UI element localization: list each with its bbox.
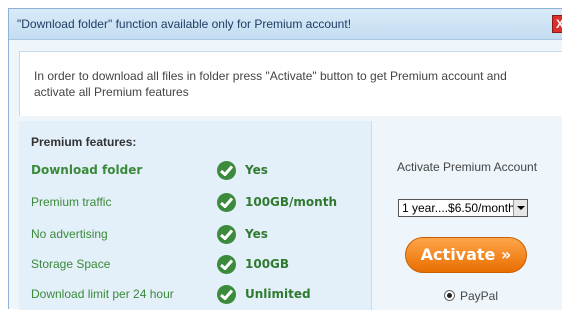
- purchase-panel: Activate Premium Account 1 year....$6.50…: [371, 121, 562, 310]
- feature-label: No advertising: [31, 227, 108, 241]
- close-button[interactable]: X: [552, 15, 562, 33]
- activate-button[interactable]: Activate »: [405, 237, 527, 273]
- feature-label: Premium traffic: [31, 195, 112, 209]
- paypal-label: PayPal: [460, 289, 499, 303]
- plan-select-value: 1 year....$6.50/month: [402, 201, 515, 215]
- check-icon: [217, 193, 236, 212]
- feature-row-download-limit: Download limit per 24 hour Unlimited: [31, 285, 371, 307]
- check-icon: [217, 161, 236, 180]
- plan-select[interactable]: 1 year....$6.50/month: [398, 199, 528, 217]
- intro-panel: In order to download all files in folder…: [19, 51, 562, 116]
- feature-row-storage-space: Storage Space 100GB: [31, 255, 371, 277]
- feature-value: 100GB: [245, 257, 290, 271]
- feature-label: Download folder: [31, 163, 143, 177]
- check-icon: [217, 225, 236, 244]
- feature-row-no-advertising: No advertising Yes: [31, 225, 371, 247]
- feature-value: Yes: [245, 227, 268, 241]
- paypal-radio[interactable]: [444, 290, 455, 301]
- check-icon: [217, 255, 236, 274]
- features-panel: Premium features: Download folder Yes Pr…: [19, 121, 371, 310]
- feature-value: Yes: [245, 163, 268, 177]
- purchase-title: Activate Premium Account: [396, 160, 538, 174]
- features-heading: Premium features:: [31, 135, 137, 149]
- feature-value: 100GB/month: [245, 195, 337, 209]
- chevron-down-icon[interactable]: [513, 200, 527, 216]
- dialog-title: "Download folder" function available onl…: [17, 17, 352, 31]
- dialog-titlebar: "Download folder" function available onl…: [9, 9, 562, 40]
- feature-row-premium-traffic: Premium traffic 100GB/month: [31, 193, 371, 215]
- check-icon: [217, 285, 236, 304]
- intro-text: In order to download all files in folder…: [34, 69, 507, 99]
- premium-dialog: "Download folder" function available onl…: [8, 8, 562, 310]
- feature-value: Unlimited: [245, 287, 311, 301]
- feature-label: Download limit per 24 hour: [31, 287, 174, 301]
- feature-row-download-folder: Download folder Yes: [31, 161, 371, 183]
- feature-label: Storage Space: [31, 257, 111, 271]
